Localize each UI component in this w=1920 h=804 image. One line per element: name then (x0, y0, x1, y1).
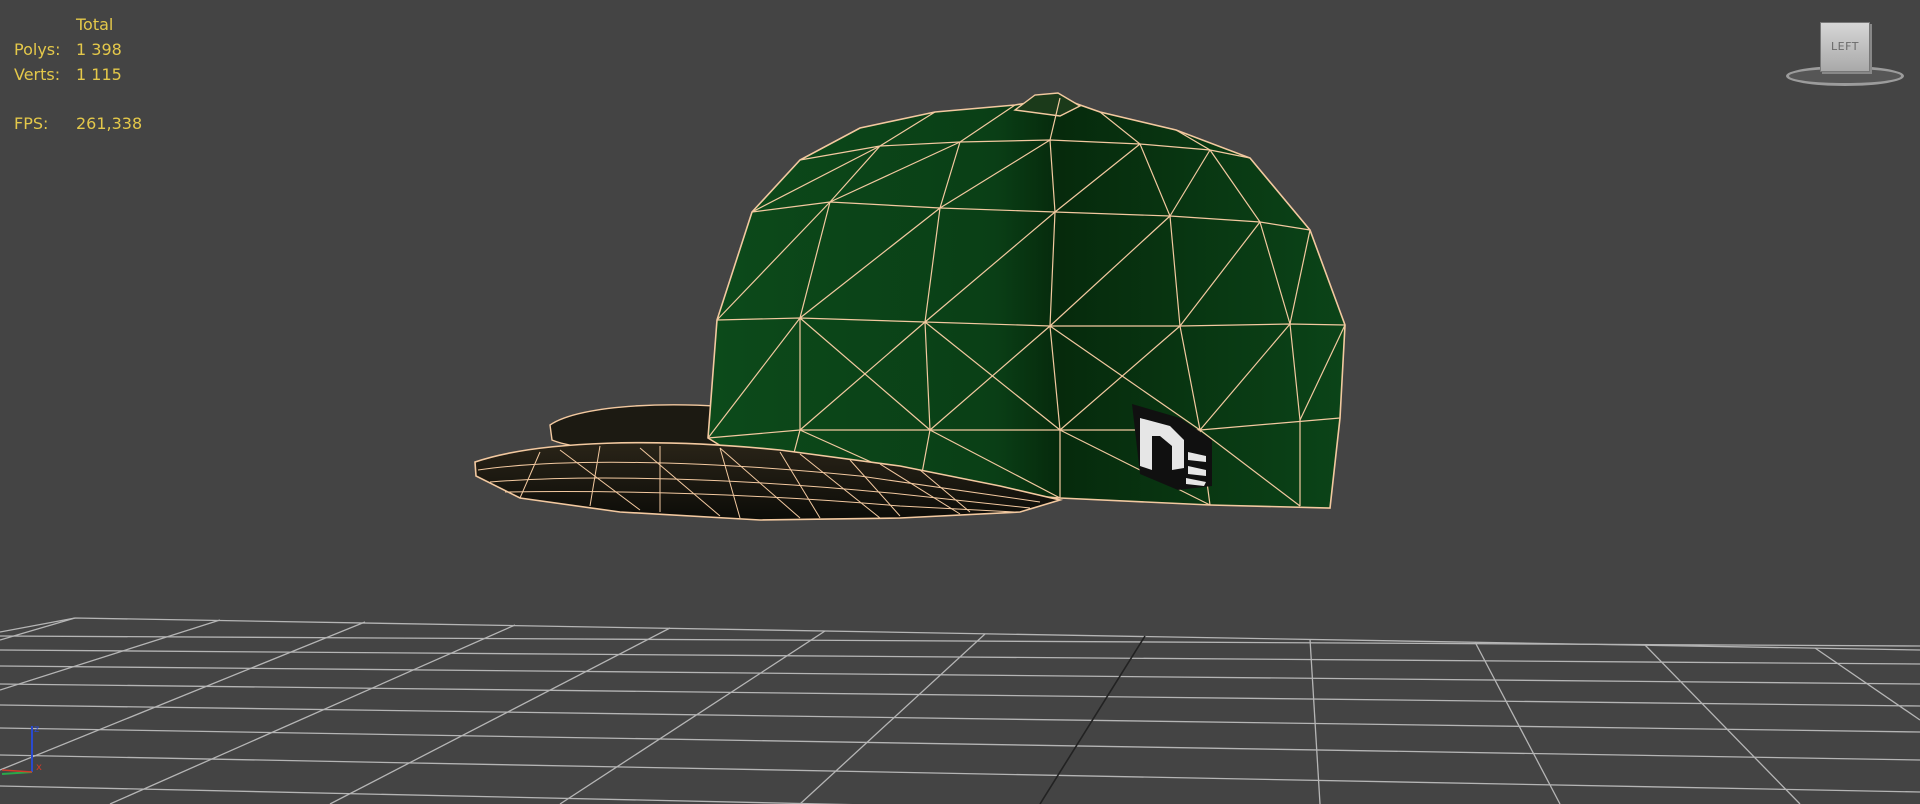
fps-label: FPS: (14, 114, 49, 133)
verts-row: Verts: 1 115 (14, 62, 142, 87)
cap-model[interactable] (474, 92, 1346, 521)
stats-header-row: Total (14, 12, 142, 37)
axis-tripod: z x (1, 724, 42, 775)
scene-canvas[interactable] (0, 0, 1920, 804)
polys-row: Polys: 1 398 (14, 37, 142, 62)
viewcube[interactable]: LEFT (1782, 20, 1906, 86)
axis-z-label: z (34, 724, 39, 735)
viewcube-face-left[interactable]: LEFT (1820, 22, 1870, 72)
verts-value: 1 115 (76, 65, 122, 84)
stats-header: Total (76, 15, 114, 34)
verts-label: Verts: (14, 65, 61, 84)
fps-value: 261,338 (76, 114, 143, 133)
axis-x-label: x (36, 762, 42, 773)
perspective-viewport[interactable]: Total Polys: 1 398 Verts: 1 115 FPS: 261,33… (0, 0, 1920, 804)
viewport-statistics: Total Polys: 1 398 Verts: 1 115 FPS: 261,33… (14, 12, 142, 136)
polys-value: 1 398 (76, 40, 122, 59)
polys-label: Polys: (14, 40, 61, 59)
fps-row: FPS: 261,338 (14, 111, 142, 136)
ground-grid (0, 617, 1920, 804)
axis-x-line (1, 769, 33, 773)
